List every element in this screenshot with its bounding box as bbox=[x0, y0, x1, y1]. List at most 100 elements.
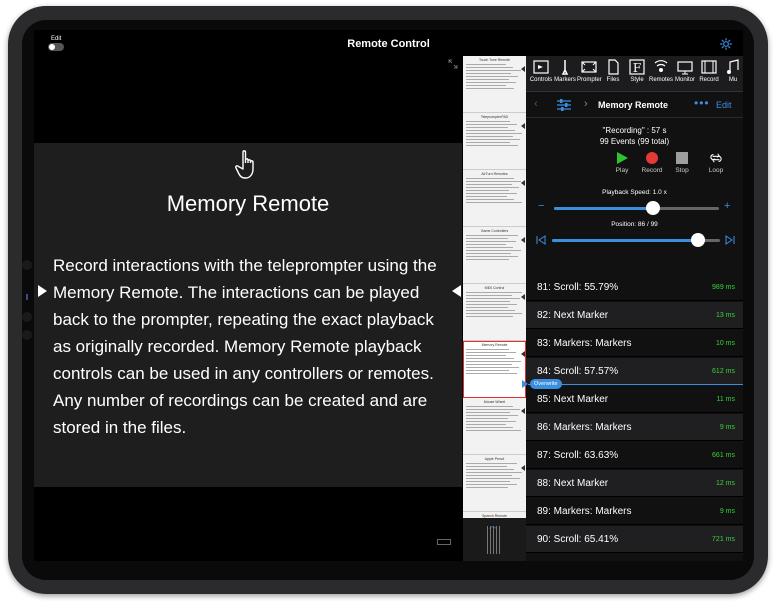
tab-label: Files bbox=[606, 77, 620, 83]
event-row[interactable]: 91: Next Marker12 ms bbox=[526, 554, 743, 561]
text-line bbox=[466, 292, 522, 293]
text-line bbox=[466, 244, 506, 245]
event-time: 9 ms bbox=[719, 424, 735, 431]
script-strip[interactable]: Touch Tone Remote TeleprompterPAD AirTurn … bbox=[463, 56, 526, 518]
speed-minus-button[interactable]: − bbox=[538, 200, 544, 212]
gear-icon[interactable] bbox=[719, 37, 733, 51]
edit-button[interactable]: Edit bbox=[716, 100, 732, 110]
event-row[interactable]: 85: Next Marker 11 ms bbox=[526, 386, 743, 413]
record-button[interactable]: Record bbox=[637, 152, 667, 174]
text-line bbox=[466, 295, 513, 296]
stop-label: Stop bbox=[675, 167, 689, 174]
text-line bbox=[466, 193, 517, 194]
text-line bbox=[466, 73, 512, 74]
event-row[interactable]: 81: Scroll: 55.79% 989 ms bbox=[526, 274, 743, 301]
recording-info: "Recording" : 57 s 99 Events (99 total) bbox=[526, 125, 743, 147]
tab-mu[interactable]: Mu bbox=[721, 58, 743, 83]
event-row[interactable]: 89: Markers: Markers 9 ms bbox=[526, 498, 743, 525]
pen-icon bbox=[561, 60, 569, 75]
cue-arrow-left-icon bbox=[38, 285, 47, 297]
tab-controls[interactable]: Controls bbox=[529, 58, 553, 83]
strip-item[interactable]: Mouse Wheel bbox=[463, 398, 526, 455]
mini-controls-icon[interactable] bbox=[437, 539, 451, 545]
speed-slider-knob[interactable] bbox=[646, 201, 660, 215]
event-label: 85: Next Marker bbox=[537, 394, 609, 405]
event-row[interactable]: 88: Next Marker 12 ms bbox=[526, 470, 743, 497]
cue-arrow-icon bbox=[521, 465, 525, 471]
svg-text:F: F bbox=[633, 61, 641, 75]
tab-remotes[interactable]: Remotes bbox=[649, 58, 673, 83]
sliders-icon[interactable] bbox=[556, 98, 572, 112]
event-row[interactable]: 87: Scroll: 63.63% 661 ms bbox=[526, 442, 743, 469]
cue-arrow-icon bbox=[521, 351, 525, 357]
strip-resize-handle[interactable]: ︿ bbox=[463, 518, 526, 561]
strip-item[interactable]: Apple Pencil bbox=[463, 455, 526, 512]
strip-item-title: MIDI Control bbox=[484, 286, 505, 290]
event-row[interactable]: 83: Markers: Markers 10 ms bbox=[526, 330, 743, 357]
text-line bbox=[466, 145, 518, 146]
cue-arrow-icon bbox=[521, 123, 525, 129]
stop-icon bbox=[676, 152, 688, 164]
record-icon bbox=[646, 152, 658, 164]
controls-icon bbox=[533, 60, 549, 74]
tab-prompter[interactable]: Prompter bbox=[577, 58, 602, 83]
tab-files[interactable]: Files bbox=[601, 58, 625, 83]
playback-speed-slider[interactable] bbox=[554, 201, 719, 215]
film-icon bbox=[701, 60, 717, 74]
music-icon bbox=[727, 59, 739, 74]
loop-icon bbox=[710, 153, 722, 163]
text-line bbox=[466, 187, 519, 188]
chevron-right-icon[interactable]: › bbox=[584, 98, 588, 110]
skip-back-icon[interactable] bbox=[536, 235, 546, 245]
text-line bbox=[466, 355, 507, 356]
event-list[interactable]: 81: Scroll: 55.79% 989 ms 82: Next Marker 1… bbox=[526, 274, 743, 561]
strip-item[interactable]: TeleprompterPAD bbox=[463, 113, 526, 170]
play-button[interactable]: Play bbox=[607, 152, 637, 174]
cue-arrow-icon bbox=[521, 237, 525, 243]
skip-forward-icon[interactable] bbox=[725, 235, 735, 245]
prompter-view[interactable]: Memory Remote Record interactions with t… bbox=[34, 56, 462, 561]
event-time: 9 ms bbox=[719, 508, 735, 515]
overwrite-arrow-icon bbox=[522, 380, 528, 388]
text-line bbox=[466, 421, 516, 422]
nav-bar: ‹ › Memory Remote ••• Edit bbox=[526, 92, 743, 118]
expand-icon[interactable] bbox=[448, 59, 458, 69]
event-row[interactable]: 90: Scroll: 65.41% 721 ms bbox=[526, 526, 743, 553]
tab-monitor[interactable]: Monitor bbox=[673, 58, 697, 83]
event-row[interactable]: 82: Next Marker 13 ms bbox=[526, 302, 743, 329]
tab-label: Markers bbox=[554, 77, 576, 83]
event-label: 90: Scroll: 65.41% bbox=[537, 534, 619, 545]
stop-button[interactable]: Stop bbox=[667, 152, 697, 174]
strip-item[interactable]: Game Controllers bbox=[463, 227, 526, 284]
cue-arrow-icon bbox=[521, 294, 525, 300]
tab-markers[interactable]: Markers bbox=[553, 58, 577, 83]
strip-item[interactable]: MIDI Control bbox=[463, 284, 526, 341]
text-line bbox=[466, 139, 521, 140]
monitor-icon bbox=[677, 61, 693, 75]
position-slider-knob[interactable] bbox=[691, 233, 706, 247]
recording-duration: "Recording" : 57 s bbox=[602, 126, 667, 135]
tab-style[interactable]: F Style bbox=[625, 58, 649, 83]
strip-item[interactable]: AirTurn Remotes bbox=[463, 170, 526, 227]
strip-item-title: TeleprompterPAD bbox=[480, 115, 509, 119]
text-line bbox=[466, 409, 521, 410]
text-line bbox=[466, 127, 508, 128]
tab-record[interactable]: Record bbox=[697, 58, 721, 83]
text-line bbox=[466, 202, 522, 203]
strip-item[interactable]: Touch Tone Remote bbox=[463, 56, 526, 113]
chevron-left-icon[interactable]: ‹ bbox=[534, 98, 538, 110]
text-line bbox=[466, 406, 513, 407]
text-line bbox=[466, 238, 509, 239]
text-line bbox=[466, 130, 516, 131]
text-line bbox=[466, 316, 513, 317]
grip-icon bbox=[487, 526, 501, 554]
strip-item[interactable]: Memory Remote bbox=[463, 341, 526, 398]
loop-button[interactable]: Loop bbox=[701, 152, 731, 174]
font-icon: F bbox=[629, 59, 645, 75]
more-button[interactable]: ••• bbox=[694, 96, 710, 110]
position-slider[interactable] bbox=[552, 233, 720, 247]
event-row[interactable]: 86: Markers: Markers 9 ms bbox=[526, 414, 743, 441]
speed-plus-button[interactable]: + bbox=[724, 200, 730, 212]
overwrite-badge: Overwrite bbox=[530, 379, 562, 389]
text-line bbox=[466, 64, 506, 65]
